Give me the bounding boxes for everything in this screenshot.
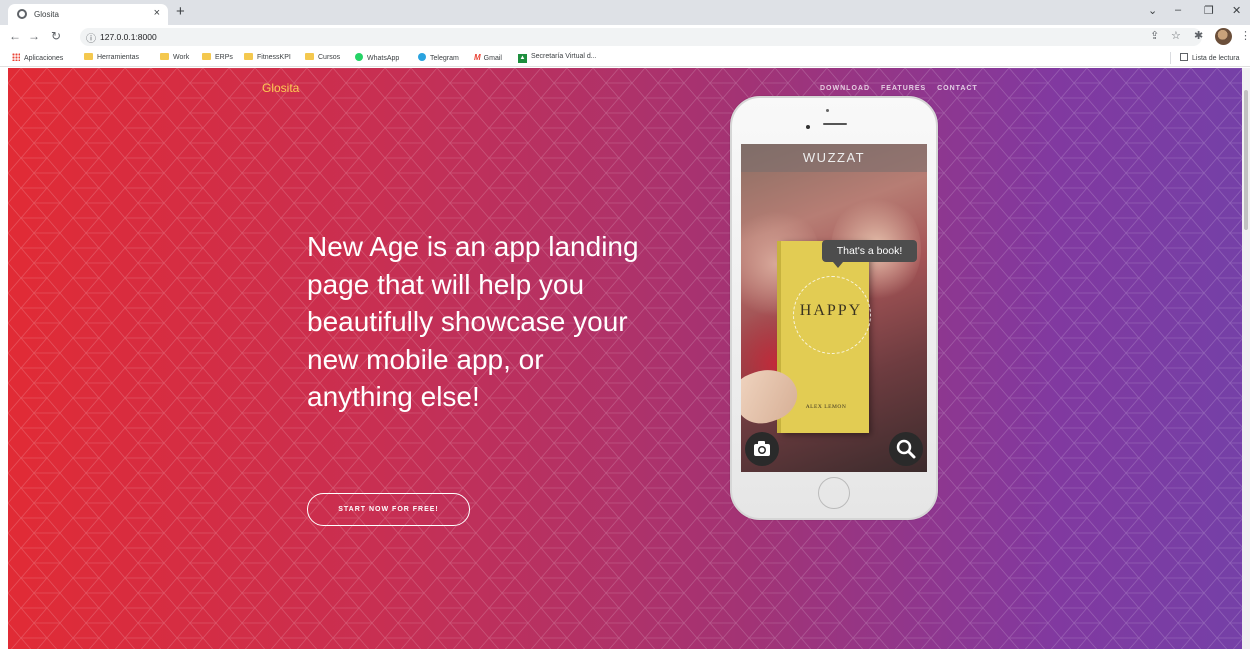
tab-strip: Glosita × + ⌄ – ❐ ✕ bbox=[0, 0, 1250, 25]
hero-headline: New Age is an app landing page that will… bbox=[307, 231, 639, 412]
reload-icon[interactable]: ↻ bbox=[51, 29, 61, 43]
folder-icon bbox=[244, 53, 253, 60]
phone-screen: WUZZAT HAPPY ALEX LEMON That's a book! bbox=[741, 144, 927, 472]
secretaria-icon: ▲ bbox=[518, 54, 527, 63]
bookmark-fitnesskpi[interactable]: FitnessKPI bbox=[244, 53, 291, 61]
bookmark-work[interactable]: Work bbox=[160, 53, 189, 61]
close-window-button[interactable]: ✕ bbox=[1232, 4, 1241, 17]
bookmark-star-icon[interactable]: ☆ bbox=[1171, 29, 1181, 42]
reading-list-icon bbox=[1180, 53, 1188, 61]
tab-search-icon[interactable]: ⌄ bbox=[1148, 4, 1157, 17]
hero-section: Glosita DOWNLOAD FEATURES CONTACT New Ag… bbox=[8, 68, 1242, 649]
maximize-button[interactable]: ❐ bbox=[1204, 4, 1214, 17]
phone-sensor bbox=[826, 109, 829, 112]
folder-icon bbox=[84, 53, 93, 60]
phone-camera bbox=[806, 125, 810, 129]
folder-icon bbox=[160, 53, 169, 60]
bookmarks-bar: Aplicaciones Herramientas Work ERPs Fitn… bbox=[0, 49, 1250, 67]
extensions-icon[interactable]: ✱ bbox=[1194, 29, 1203, 42]
bookmark-telegram[interactable]: Telegram bbox=[418, 53, 459, 62]
app-header: WUZZAT bbox=[741, 144, 927, 172]
minimize-button[interactable]: – bbox=[1175, 4, 1181, 16]
reading-list-button[interactable]: Lista de lectura bbox=[1180, 53, 1239, 62]
book-title: HAPPY bbox=[799, 302, 863, 319]
telegram-icon bbox=[418, 53, 426, 61]
detection-bubble: That's a book! bbox=[822, 240, 917, 262]
address-bar[interactable]: ⓘ 127.0.0.1:8000 bbox=[80, 28, 1202, 46]
bookmarks-separator bbox=[1170, 52, 1171, 64]
info-icon[interactable]: ⓘ bbox=[86, 30, 96, 45]
back-icon[interactable]: ← bbox=[9, 29, 21, 43]
share-icon[interactable]: ⇪ bbox=[1150, 29, 1159, 42]
camera-button[interactable] bbox=[745, 432, 779, 466]
tab-title: Glosita bbox=[34, 10, 59, 19]
phone-home-button bbox=[818, 477, 850, 509]
camera-icon bbox=[754, 441, 770, 456]
bookmark-secretaria-virtual[interactable]: ▲ Secretaría Virtual d... bbox=[518, 53, 597, 63]
globe-icon bbox=[17, 9, 27, 19]
main-nav: DOWNLOAD FEATURES CONTACT bbox=[820, 85, 986, 92]
whatsapp-icon bbox=[355, 53, 363, 61]
bookmark-herramientas[interactable]: Herramientas bbox=[84, 53, 139, 61]
start-now-button[interactable]: START NOW FOR FREE! bbox=[307, 493, 470, 526]
bookmark-cursos[interactable]: Cursos bbox=[305, 53, 340, 61]
apps-icon bbox=[12, 53, 20, 61]
bubble-tail bbox=[833, 262, 843, 268]
gmail-icon: M bbox=[474, 53, 481, 62]
folder-icon bbox=[202, 53, 211, 60]
menu-icon[interactable]: ⋮ bbox=[1240, 29, 1250, 42]
bookmark-whatsapp[interactable]: WhatsApp bbox=[355, 53, 399, 62]
nav-features[interactable]: FEATURES bbox=[881, 85, 926, 92]
bookmark-erps[interactable]: ERPs bbox=[202, 53, 233, 61]
scrollbar-thumb[interactable] bbox=[1244, 90, 1248, 230]
nav-download[interactable]: DOWNLOAD bbox=[820, 85, 870, 92]
bookmark-gmail[interactable]: M Gmail bbox=[474, 53, 502, 62]
folder-icon bbox=[305, 53, 314, 60]
profile-avatar[interactable] bbox=[1215, 28, 1232, 45]
tab-close-button[interactable]: × bbox=[154, 7, 160, 19]
browser-tab[interactable]: Glosita × bbox=[8, 4, 168, 25]
search-icon bbox=[896, 439, 916, 459]
url-text[interactable]: 127.0.0.1:8000 bbox=[100, 32, 157, 42]
new-tab-button[interactable]: + bbox=[176, 3, 185, 20]
phone-speaker bbox=[823, 123, 847, 125]
nav-contact[interactable]: CONTACT bbox=[937, 85, 978, 92]
bookmark-aplicaciones[interactable]: Aplicaciones bbox=[12, 53, 63, 62]
brand-logo[interactable]: Glosita bbox=[262, 81, 299, 95]
forward-icon[interactable]: → bbox=[28, 29, 40, 43]
browser-toolbar: ← → ↻ ⓘ 127.0.0.1:8000 ⇪ ☆ ✱ ⋮ bbox=[0, 25, 1250, 49]
search-button[interactable] bbox=[889, 432, 923, 466]
